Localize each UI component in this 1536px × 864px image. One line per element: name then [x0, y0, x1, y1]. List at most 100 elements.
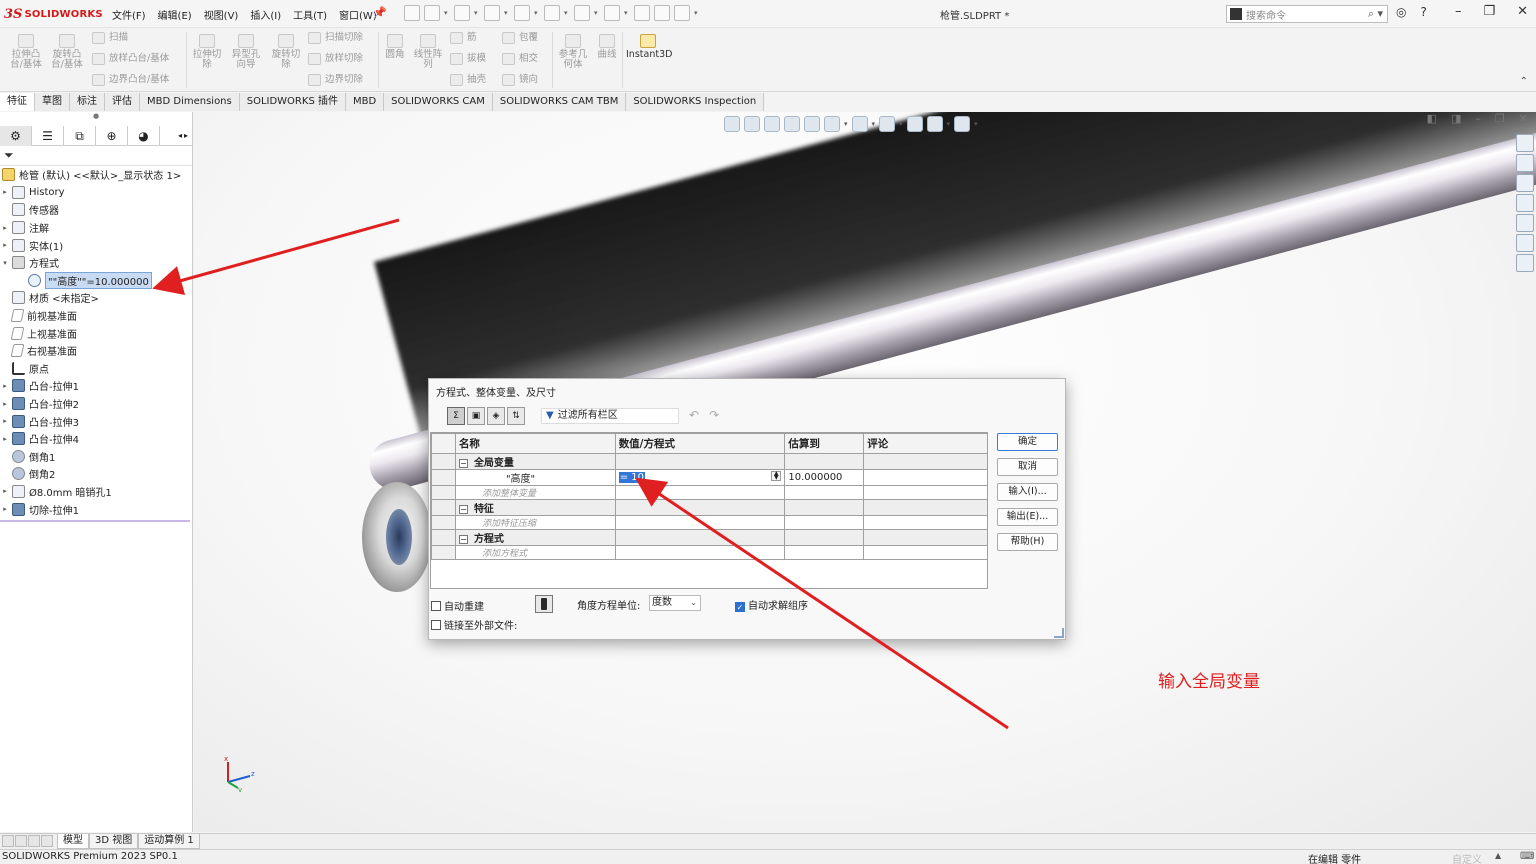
resize-grip-icon[interactable] — [1054, 628, 1064, 638]
collapse-toggle-icon[interactable]: − — [458, 505, 468, 514]
last-tab-icon[interactable] — [41, 834, 53, 847]
user-account-icon[interactable]: ◎ — [1396, 5, 1406, 19]
select-icon[interactable] — [604, 5, 620, 21]
draft-button[interactable]: 拔模 — [450, 53, 486, 65]
tree-item-origin[interactable]: 原点 — [0, 360, 192, 378]
wrap-button[interactable]: 包覆 — [502, 32, 538, 44]
tree-item-global-variable-height[interactable]: ""高度""=10.000000 — [0, 271, 192, 290]
appearances-icon[interactable] — [1516, 234, 1534, 252]
redo-icon[interactable] — [574, 5, 590, 21]
dialog-undo-icon[interactable]: ↶ — [689, 408, 699, 422]
rebuild-icon[interactable] — [634, 5, 650, 21]
tree-item-material[interactable]: 材质 <未指定> — [0, 289, 192, 307]
group-equations[interactable]: − 方程式 — [431, 529, 988, 546]
variable-value-cell[interactable]: = 10 ▲ ▼ — [614, 469, 786, 486]
viewport-minimize-icon[interactable]: – — [1475, 112, 1481, 125]
solidworks-resources-icon[interactable] — [1516, 134, 1534, 152]
tree-item-front-plane[interactable]: 前视基准面 — [0, 307, 192, 325]
viewport-prev-icon[interactable]: ◧ — [1427, 112, 1437, 125]
scroll-left-icon[interactable]: ◂ — [178, 131, 182, 140]
configuration-manager-icon[interactable]: ⧉ — [64, 126, 96, 146]
boundary-cut-button[interactable]: 边界切除 — [308, 74, 363, 86]
value-spinner-icon[interactable]: ▲ ▼ — [771, 471, 782, 481]
close-icon[interactable]: ✕ — [1517, 4, 1528, 19]
menu-view[interactable]: 视图(V) — [204, 7, 239, 22]
new-document-icon[interactable] — [424, 5, 440, 21]
minimize-icon[interactable]: – — [1455, 4, 1462, 19]
import-button[interactable]: 输入(I)... — [997, 483, 1058, 501]
help-icon[interactable]: ? — [1420, 5, 1426, 19]
dynamic-annotation-icon[interactable] — [804, 116, 820, 132]
first-tab-icon[interactable] — [2, 834, 14, 847]
tree-item-sensors[interactable]: 传感器 — [0, 201, 192, 219]
menu-edit[interactable]: 编辑(E) — [158, 7, 192, 22]
panel-grip[interactable]: ● — [0, 112, 192, 126]
search-commands-input[interactable]: 搜索命令 ⌕ ▾ — [1226, 5, 1388, 23]
tab-mbd[interactable]: MBD — [345, 93, 385, 111]
revolve-cut-button[interactable]: 旋转切 除 — [268, 34, 304, 70]
tree-item-cut-extrude1[interactable]: ▸ 切除-拉伸1 — [0, 500, 192, 518]
file-explorer-icon[interactable] — [1516, 194, 1534, 212]
tree-item-boss-extrude3[interactable]: ▸ 凸台-拉伸3 — [0, 412, 192, 430]
hide-show-items-icon[interactable] — [879, 116, 896, 132]
tab-model[interactable]: 模型 — [57, 834, 89, 849]
add-global-variable-placeholder[interactable]: 添加整体变量 — [454, 485, 616, 500]
ordered-view-icon[interactable]: ⇅ — [507, 407, 525, 425]
group-features[interactable]: − 特征 — [431, 499, 988, 516]
add-equation-placeholder[interactable]: 添加方程式 — [454, 545, 616, 560]
file-properties-icon[interactable] — [654, 5, 670, 21]
home-icon[interactable] — [1516, 154, 1534, 172]
options-gear-icon[interactable] — [674, 5, 690, 21]
tree-item-equations[interactable]: ▾ 方程式 — [0, 254, 192, 272]
table-row[interactable]: 添加方程式 — [431, 545, 988, 560]
collapse-ribbon-icon[interactable]: ⌃ — [1520, 76, 1528, 87]
display-manager-icon[interactable]: ◕ — [128, 126, 160, 146]
viewport-next-icon[interactable]: ◨ — [1451, 112, 1461, 125]
quick-tips-icon[interactable]: ⌨ — [1520, 851, 1534, 862]
menu-tools[interactable]: 工具(T) — [293, 7, 327, 22]
shell-button[interactable]: 抽壳 — [450, 74, 486, 86]
rib-button[interactable]: 筋 — [450, 32, 477, 44]
tree-item-solid-bodies[interactable]: ▸ 实体(1) — [0, 236, 192, 254]
export-button[interactable]: 输出(E)... — [997, 508, 1058, 526]
tree-item-right-plane[interactable]: 右视基准面 — [0, 342, 192, 360]
units-menu-icon[interactable]: ▲ — [1495, 851, 1501, 860]
property-manager-icon[interactable]: ☰ — [32, 126, 64, 146]
tab-sketch[interactable]: 草图 — [35, 93, 70, 111]
menu-window[interactable]: 窗口(W) — [339, 7, 377, 22]
view-settings-icon[interactable] — [954, 116, 971, 132]
boundary-boss-button[interactable]: 边界凸台/基体 — [92, 74, 169, 86]
tree-item-dowel-hole1[interactable]: ▸ Ø8.0mm 暗销孔1 — [0, 483, 192, 501]
tree-root-part[interactable]: 枪管 (默认) <<默认>_显示状态 1> — [0, 166, 192, 184]
dimension-view-icon[interactable]: ◈ — [487, 407, 505, 425]
collapse-toggle-icon[interactable]: − — [458, 459, 468, 468]
tree-item-boss-extrude1[interactable]: ▸ 凸台-拉伸1 — [0, 377, 192, 395]
link-external-file-checkbox[interactable]: 链接至外部文件: — [431, 617, 517, 632]
fillet-button[interactable]: 圆角 — [382, 34, 408, 60]
dialog-redo-icon[interactable]: ↷ — [709, 408, 719, 422]
next-tab-icon[interactable] — [28, 834, 40, 847]
revolve-boss-button[interactable]: 旋转凸 台/基体 — [48, 34, 86, 70]
custom-properties-icon[interactable] — [1516, 254, 1534, 272]
menu-file[interactable]: 文件(F) — [112, 7, 146, 22]
tree-filter-icon[interactable]: ⏷ — [0, 146, 192, 166]
filter-all-fields-input[interactable]: ▼ 过滤所有栏区 — [541, 408, 679, 424]
add-feature-suppression-placeholder[interactable]: 添加特征压缩 — [454, 515, 616, 530]
intersect-button[interactable]: 相交 — [502, 53, 538, 65]
auto-rebuild-checkbox[interactable]: 自动重建 — [431, 598, 484, 613]
swept-cut-button[interactable]: 扫描切除 — [308, 32, 363, 44]
reference-geometry-button[interactable]: 参考几 何体 — [556, 34, 590, 70]
home-icon[interactable] — [404, 5, 420, 21]
viewport-restore-icon[interactable]: ❐ — [1495, 112, 1505, 125]
prev-tab-icon[interactable] — [15, 834, 27, 847]
zoom-to-area-icon[interactable] — [744, 116, 760, 132]
tab-features[interactable]: 特征 — [0, 93, 35, 111]
menu-insert[interactable]: 插入(I) — [250, 7, 281, 22]
loft-button[interactable]: 放样凸台/基体 — [92, 53, 169, 65]
custom-units-text[interactable]: 自定义 — [1452, 851, 1482, 864]
design-library-icon[interactable] — [1516, 174, 1534, 192]
scroll-right-icon[interactable]: ▸ — [184, 131, 188, 140]
variable-name-cell[interactable]: "高度" — [454, 469, 616, 486]
table-row[interactable]: 添加整体变量 — [431, 485, 988, 500]
tree-item-boss-extrude2[interactable]: ▸ 凸台-拉伸2 — [0, 395, 192, 413]
